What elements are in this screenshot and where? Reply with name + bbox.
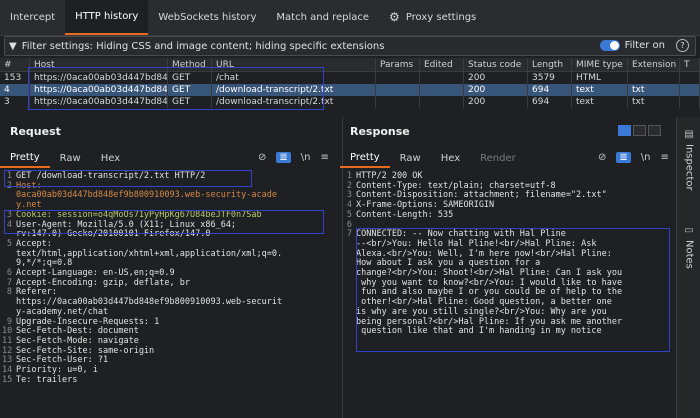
tab-render[interactable]: Render (470, 148, 526, 168)
table-cell: text (572, 84, 628, 96)
tab-http-history[interactable]: HTTP history (65, 0, 149, 35)
tab-proxy-settings-label: Proxy settings (405, 11, 477, 23)
annotation-box (28, 67, 324, 110)
request-tools: ⊘ ≣ \n ≡ (248, 152, 329, 163)
request-title: Request (10, 125, 61, 138)
column-header[interactable]: Length (528, 58, 572, 71)
funnel-icon: ▼ (9, 40, 17, 52)
table-cell: txt (628, 96, 680, 108)
split-vertical-icon[interactable] (633, 125, 646, 136)
notes-icon: ▭ (684, 225, 694, 236)
table-cell: 694 (528, 84, 572, 96)
wrap-lines-icon[interactable]: ≣ (616, 152, 631, 163)
table-cell: 3 (0, 96, 30, 108)
toggle-switch[interactable] (599, 40, 620, 51)
response-subtabs: Pretty Raw Hex Render (340, 148, 526, 168)
help-icon[interactable]: ? (676, 39, 689, 52)
tab-match-and-replace[interactable]: Match and replace (266, 0, 379, 35)
column-header[interactable]: T (680, 58, 700, 71)
table-cell: text (572, 96, 628, 108)
table-cell: 153 (0, 72, 30, 84)
tab-pretty[interactable]: Pretty (0, 148, 50, 168)
tab-raw[interactable]: Raw (390, 148, 431, 168)
table-cell (376, 96, 420, 108)
tab-proxy-settings[interactable]: ⚙ Proxy settings (379, 0, 486, 35)
column-header[interactable]: Status code (464, 58, 528, 71)
table-cell (680, 84, 700, 96)
table-cell (376, 72, 420, 84)
newline-toggle[interactable]: \n (641, 152, 651, 163)
eye-off-icon[interactable]: ⊘ (258, 152, 266, 163)
sidebar-item-notes[interactable]: ▭ Notes (677, 225, 700, 269)
table-cell: 3579 (528, 72, 572, 84)
tab-raw[interactable]: Raw (50, 148, 91, 168)
table-cell (680, 72, 700, 84)
code-line: 5 Content-Length: 535 (346, 209, 454, 220)
tab-hex[interactable]: Hex (91, 148, 130, 168)
wrap-lines-icon[interactable]: ≣ (276, 152, 291, 163)
filter-toggle-label: Filter on (624, 40, 665, 51)
table-cell (420, 84, 464, 96)
newline-toggle[interactable]: \n (301, 152, 311, 163)
table-cell: HTML (572, 72, 628, 84)
column-header[interactable]: Extension (628, 58, 680, 71)
column-header[interactable]: Edited (420, 58, 464, 71)
single-pane-icon[interactable] (648, 125, 661, 136)
layout-buttons (616, 125, 661, 136)
split-horizontal-icon[interactable] (618, 125, 631, 136)
table-cell: 4 (0, 84, 30, 96)
table-cell: 200 (464, 96, 528, 108)
table-cell (420, 72, 464, 84)
table-cell: 694 (528, 96, 572, 108)
filter-settings-text: Filter settings: Hiding CSS and image co… (21, 40, 385, 52)
filter-settings-bar[interactable]: ▼ Filter settings: Hiding CSS and image … (4, 36, 696, 56)
response-title: Response (350, 125, 410, 138)
request-subtabs: Pretty Raw Hex (0, 148, 130, 168)
table-cell (376, 84, 420, 96)
table-cell: txt (628, 84, 680, 96)
column-header[interactable]: # (0, 58, 30, 71)
response-tools: ⊘ ≣ \n ≡ (588, 152, 669, 163)
code-line: 15 Te: trailers (2, 374, 78, 385)
inspector-sidebar: ▤ Inspector ▭ Notes (676, 117, 700, 418)
annotation-box (356, 228, 670, 352)
filter-toggle[interactable]: Filter on (599, 40, 665, 51)
column-header[interactable]: Params (376, 58, 420, 71)
code-line: 0aca00ab03d447bd848ef9b800910093.web-sec… (16, 190, 277, 201)
column-header[interactable]: MIME type (572, 58, 628, 71)
table-cell (420, 96, 464, 108)
menu-icon[interactable]: ≡ (321, 152, 329, 163)
eye-off-icon[interactable]: ⊘ (598, 152, 606, 163)
request-editor[interactable]: 1 GET /download-transcript/2.txt HTTP/2 2… (2, 171, 338, 385)
tab-intercept[interactable]: Intercept (0, 0, 65, 35)
sidebar-item-label: Inspector (683, 144, 695, 191)
annotation-box (4, 210, 324, 234)
tab-pretty[interactable]: Pretty (340, 148, 390, 168)
table-cell (628, 72, 680, 84)
menu-icon[interactable]: ≡ (661, 152, 669, 163)
sidebar-item-inspector[interactable]: ▤ Inspector (677, 129, 700, 191)
table-cell: 200 (464, 84, 528, 96)
proxy-tab-bar: Intercept HTTP history WebSockets histor… (0, 0, 700, 36)
gear-icon: ⚙ (389, 10, 400, 24)
table-cell (680, 96, 700, 108)
table-cell: 200 (464, 72, 528, 84)
tab-websockets-history[interactable]: WebSockets history (148, 0, 266, 35)
annotation-box (4, 170, 252, 187)
tab-hex[interactable]: Hex (431, 148, 470, 168)
sidebar-item-label: Notes (683, 240, 695, 269)
inspector-icon: ▤ (684, 129, 694, 140)
